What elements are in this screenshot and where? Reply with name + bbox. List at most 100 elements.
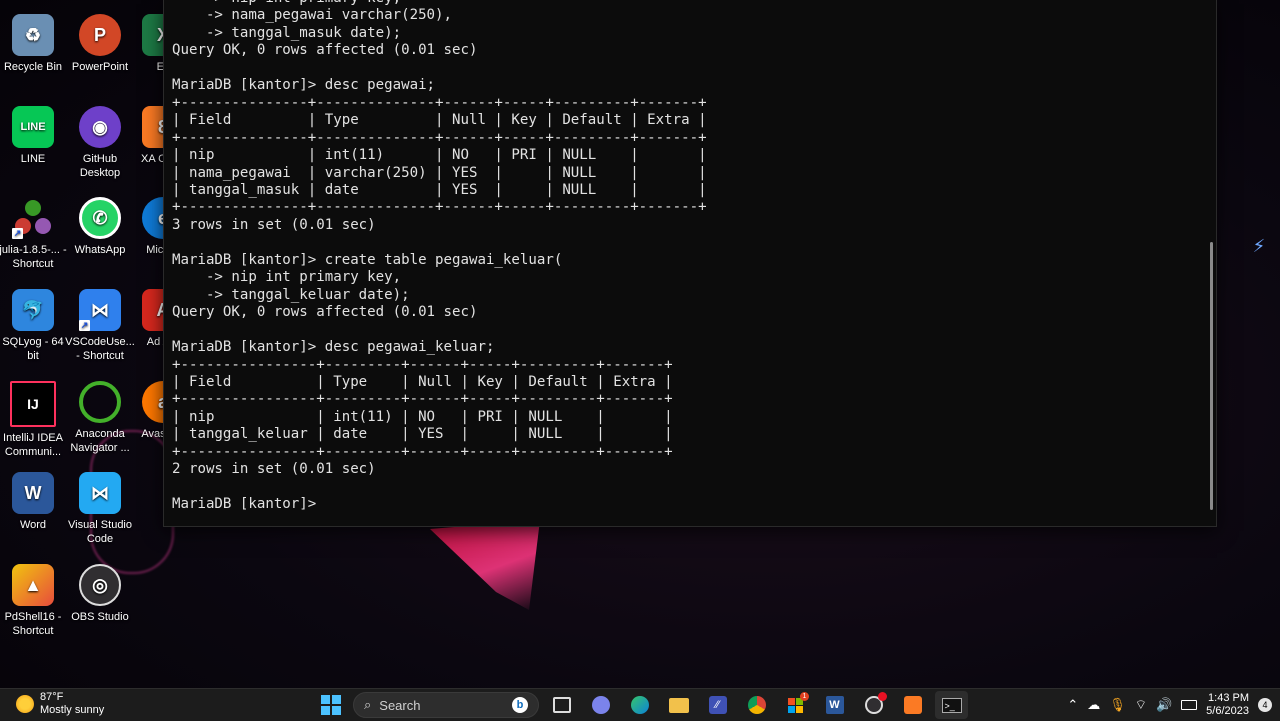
task-view-icon bbox=[552, 697, 571, 713]
line-app-icon: LINE bbox=[12, 106, 54, 148]
wifi-icon[interactable]: ⌔ bbox=[1135, 697, 1147, 713]
terminal-line: -> nama_pegawai varchar(250), bbox=[172, 7, 453, 24]
terminal-line: Query OK, 0 rows affected (0.01 sec) bbox=[172, 42, 478, 59]
start-button[interactable] bbox=[314, 691, 347, 719]
desktop-icon-whatsapp[interactable]: ✆ WhatsApp bbox=[65, 197, 135, 257]
desktop-icon-label: VSCodeUse... - Shortcut bbox=[65, 336, 135, 362]
teams-chat-button[interactable] bbox=[584, 691, 617, 719]
taskbar-apps: ⌕ Search b ⁄⁄ 1 W >_ bbox=[314, 691, 968, 719]
desktop-icon-sqlyog[interactable]: 🐬 SQLyog - 64 bit bbox=[0, 289, 68, 363]
desktop-icon-intellij[interactable]: IJ IntelliJ IDEA Communi... bbox=[0, 381, 68, 459]
search-placeholder: Search bbox=[379, 697, 421, 713]
obs-button[interactable] bbox=[857, 691, 890, 719]
chrome-button[interactable] bbox=[740, 691, 773, 719]
terminal-window[interactable]: -> nip int primary key, -> nama_pegawai … bbox=[163, 0, 1217, 527]
pdshell-icon: ▲ bbox=[12, 564, 54, 606]
desktop-icon-github-desktop[interactable]: ◉ GitHub Desktop bbox=[65, 106, 135, 180]
notification-badge[interactable]: 4 bbox=[1258, 698, 1272, 712]
terminal-line: MariaDB [kantor]> desc pegawai; bbox=[172, 77, 436, 94]
clock[interactable]: 1:43 PM 5/6/2023 bbox=[1206, 692, 1249, 718]
weather-widget[interactable]: 87°F Mostly sunny bbox=[16, 691, 104, 717]
desktop-icon-label: Visual Studio Code bbox=[67, 519, 132, 545]
desktop-icon-word[interactable]: W Word bbox=[0, 472, 68, 532]
folder-icon bbox=[668, 697, 689, 713]
powerpoint-icon: P bbox=[79, 14, 121, 56]
terminal-output[interactable]: -> nip int primary key, -> nama_pegawai … bbox=[172, 0, 707, 514]
desktop-icon-label: Recycle Bin bbox=[3, 61, 63, 73]
microphone-icon[interactable]: 🎙 bbox=[1109, 697, 1126, 713]
terminal-line: | nip | int(11) | NO | PRI | NULL | | bbox=[172, 408, 673, 425]
taskbar-word-button[interactable]: W bbox=[818, 691, 851, 719]
desktop-icon-recycle-bin[interactable]: ♻ Recycle Bin bbox=[0, 14, 68, 74]
graph-app-icon: ⁄⁄ bbox=[708, 696, 727, 714]
terminal-line: +---------------+--------------+------+-… bbox=[172, 129, 707, 146]
widget-edge-icon[interactable]: ⚡ bbox=[1248, 236, 1270, 258]
bing-icon: b bbox=[512, 697, 528, 713]
search-icon: ⌕ bbox=[364, 697, 372, 712]
desktop-icon-label: julia-1.8.5-... - Shortcut bbox=[0, 244, 67, 270]
taskbar-search[interactable]: ⌕ Search b bbox=[353, 692, 539, 718]
obs-icon: ◎ bbox=[79, 564, 121, 606]
shortcut-arrow-icon: ↗ bbox=[12, 228, 23, 239]
terminal-line: MariaDB [kantor]> desc pegawai_keluar; bbox=[172, 339, 495, 356]
volume-icon[interactable]: 🔊 bbox=[1156, 697, 1172, 713]
xampp-icon bbox=[903, 696, 922, 714]
terminal-line: | Field | Type | Null | Key | Default | … bbox=[172, 112, 707, 129]
chevron-up-icon[interactable]: ⌃ bbox=[1067, 697, 1078, 713]
terminal-line: +---------------+--------------+------+-… bbox=[172, 94, 707, 111]
shortcut-arrow-icon: ↗ bbox=[79, 320, 90, 331]
vscode-icon: ⋈ bbox=[79, 472, 121, 514]
onedrive-cloud-icon[interactable]: ☁ bbox=[1087, 697, 1100, 713]
desktop-icon-label: Word bbox=[19, 519, 47, 531]
xampp-button[interactable] bbox=[896, 691, 929, 719]
taskbar-app-button[interactable]: ⁄⁄ bbox=[701, 691, 734, 719]
weather-temp: 87°F bbox=[40, 691, 64, 703]
microsoft-store-button[interactable]: 1 bbox=[779, 691, 812, 719]
desktop-icon-label: PdShell16 - Shortcut bbox=[4, 611, 62, 637]
desktop-icon-anaconda[interactable]: Anaconda Navigator ... bbox=[65, 381, 135, 455]
terminal-line: 2 rows in set (0.01 sec) bbox=[172, 461, 376, 478]
terminal-line: Query OK, 0 rows affected (0.01 sec) bbox=[172, 304, 478, 321]
terminal-line: | nip | int(11) | NO | PRI | NULL | | bbox=[172, 147, 707, 164]
terminal-line: | tanggal_keluar | date | YES | | NULL |… bbox=[172, 426, 673, 443]
terminal-line: -> tanggal_masuk date); bbox=[172, 24, 402, 41]
terminal-line: | nama_pegawai | varchar(250) | YES | | … bbox=[172, 164, 707, 181]
desktop-icon-line[interactable]: LINE LINE bbox=[0, 106, 68, 166]
terminal-line: -> nip int primary key, bbox=[172, 269, 402, 286]
terminal-line: +---------------+--------------+------+-… bbox=[172, 199, 707, 216]
desktop-icon-pdshell[interactable]: ▲ PdShell16 - Shortcut bbox=[0, 564, 68, 638]
taskbar-edge-button[interactable] bbox=[623, 691, 656, 719]
wallpaper-accent bbox=[430, 520, 540, 610]
terminal-button[interactable]: >_ bbox=[935, 691, 968, 719]
terminal-line: MariaDB [kantor]> create table pegawai_k… bbox=[172, 251, 563, 268]
desktop-icon-powerpoint[interactable]: P PowerPoint bbox=[65, 14, 135, 74]
desktop-icon-julia[interactable]: ↗ julia-1.8.5-... - Shortcut bbox=[0, 197, 68, 271]
terminal-line: +----------------+---------+------+-----… bbox=[172, 443, 673, 460]
store-badge: 1 bbox=[800, 692, 809, 701]
terminal-line: MariaDB [kantor]> bbox=[172, 496, 325, 513]
desktop-icon-obs-studio[interactable]: ◎ OBS Studio bbox=[65, 564, 135, 624]
file-explorer-button[interactable] bbox=[662, 691, 695, 719]
terminal-scrollbar[interactable] bbox=[1210, 242, 1213, 510]
vscode-icon: ⋈ ↗ bbox=[79, 289, 121, 331]
edge-icon bbox=[630, 696, 649, 714]
chat-icon bbox=[591, 696, 610, 714]
desktop-icon-label: GitHub Desktop bbox=[79, 153, 121, 179]
desktop-icon-visual-studio-code[interactable]: ⋈ Visual Studio Code bbox=[65, 472, 135, 546]
vscode-glyph: ⋈ bbox=[91, 300, 109, 320]
julia-icon: ↗ bbox=[12, 197, 54, 239]
desktop-icon-label: IntelliJ IDEA Communi... bbox=[3, 432, 63, 458]
desktop-icon-label: LINE bbox=[20, 153, 46, 165]
terminal-line: +----------------+---------+------+-----… bbox=[172, 391, 673, 408]
weather-text: 87°F Mostly sunny bbox=[40, 691, 104, 717]
github-icon: ◉ bbox=[79, 106, 121, 148]
battery-icon[interactable] bbox=[1181, 700, 1198, 710]
task-view-button[interactable] bbox=[545, 691, 578, 719]
terminal-line: -> tanggal_keluar date); bbox=[172, 286, 410, 303]
clock-time: 1:43 PM bbox=[1208, 692, 1249, 704]
desktop-icon-label: PowerPoint bbox=[71, 61, 129, 73]
clock-date: 5/6/2023 bbox=[1206, 705, 1249, 717]
desktop-icon-vscode-user-shortcut[interactable]: ⋈ ↗ VSCodeUse... - Shortcut bbox=[65, 289, 135, 363]
taskbar: 87°F Mostly sunny ⌕ Search b ⁄⁄ 1 W >_ ⌃… bbox=[0, 688, 1280, 721]
intellij-icon: IJ bbox=[10, 381, 56, 427]
